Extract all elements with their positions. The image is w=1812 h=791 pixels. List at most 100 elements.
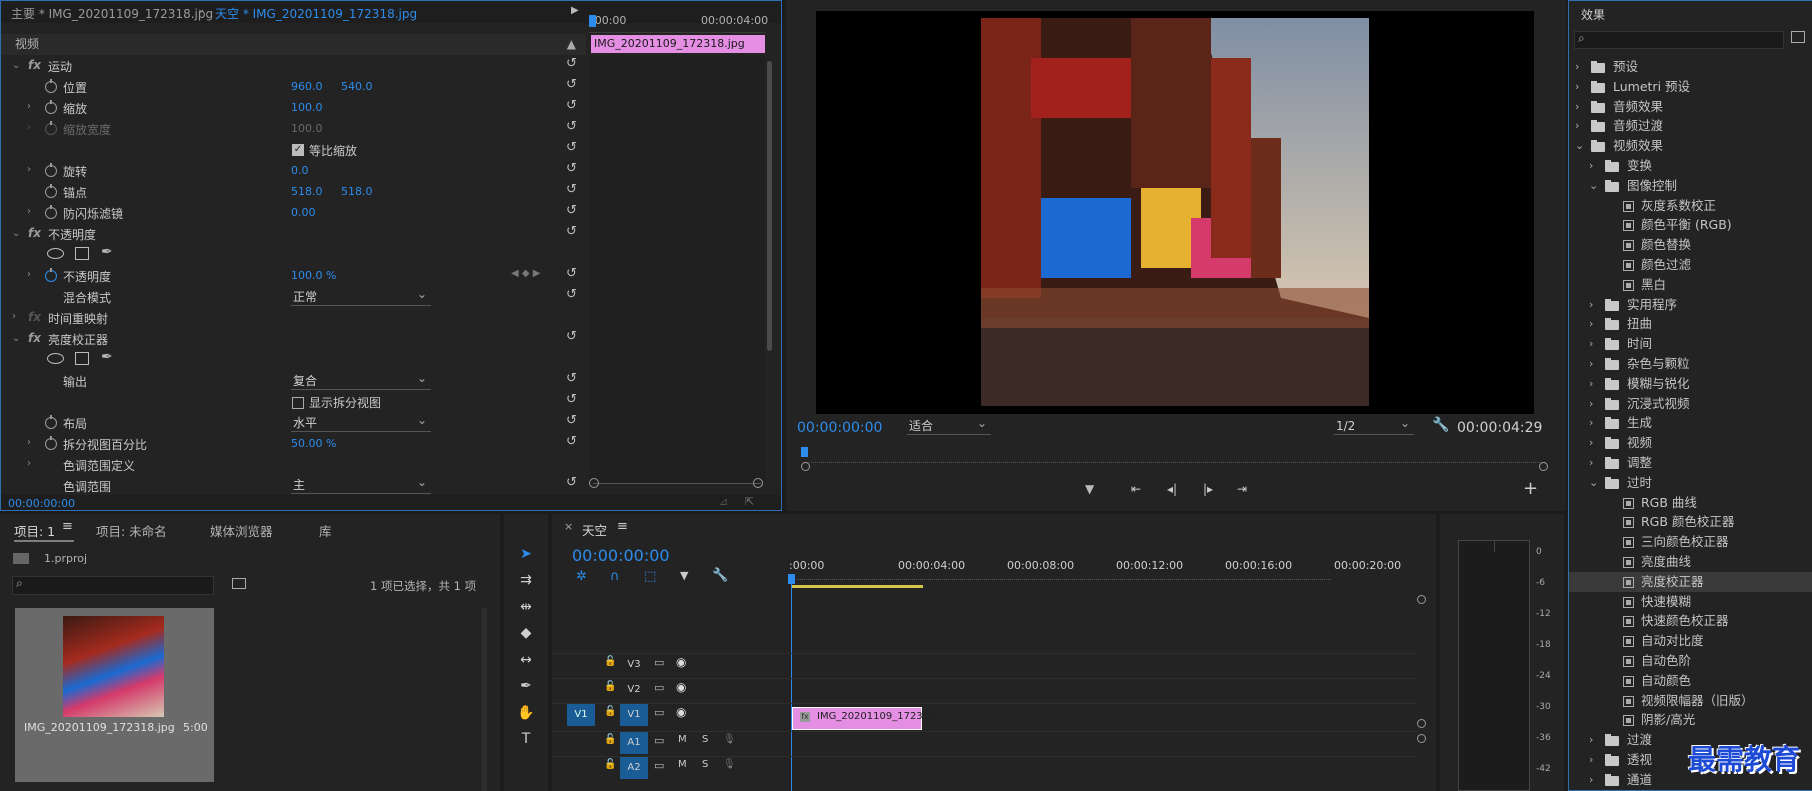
zoom-handle[interactable] [1539, 462, 1548, 471]
zoom-handle[interactable] [801, 462, 810, 471]
reset-icon[interactable]: ↺ [566, 161, 781, 176]
track-label[interactable]: V3 [620, 654, 648, 676]
lock-icon[interactable]: 🔓 [604, 759, 616, 770]
effect-item[interactable]: 自动颜色 [1569, 671, 1812, 691]
effect-item[interactable]: 黑白 [1569, 275, 1812, 295]
chevron-right-icon[interactable]: › [1575, 116, 1579, 136]
effect-item[interactable]: 视频限幅器（旧版） [1569, 691, 1812, 711]
chevron-down-icon[interactable]: ⌄ [1575, 136, 1584, 156]
project-search[interactable]: ⌕ [12, 576, 214, 595]
effect-item[interactable]: 颜色替换 [1569, 235, 1812, 255]
effect-item[interactable]: 颜色平衡 (RGB) [1569, 215, 1812, 235]
lock-icon[interactable]: 🔓 [604, 656, 616, 667]
effect-folder[interactable]: › 视频 [1569, 433, 1812, 453]
reset-icon[interactable]: ↺ [566, 56, 781, 71]
tone-range-dropdown[interactable]: 主 [291, 475, 431, 494]
scroll-handle[interactable] [1417, 734, 1426, 743]
program-timecode[interactable]: 00:00:00:00 [797, 420, 882, 436]
blend-mode-dropdown[interactable]: 正常 [291, 287, 431, 306]
toggle-output-icon[interactable]: ▭ [654, 706, 664, 719]
reset-icon[interactable]: ↺ [566, 371, 781, 386]
ellipse-mask-icon[interactable] [47, 248, 64, 259]
chevron-right-icon[interactable]: › [1589, 374, 1593, 394]
twirl-icon[interactable]: › [27, 437, 31, 448]
effect-folder[interactable]: › 调整 [1569, 453, 1812, 473]
pen-icon[interactable]: ✒ [516, 676, 536, 696]
timeline-ruler[interactable]: :00:00 00:00:04:00 00:00:08:00 00:00:12:00 0… [789, 558, 1401, 580]
mic-icon[interactable]: 🎙 [723, 759, 736, 770]
play-icon[interactable]: ▶ [571, 5, 579, 16]
pen-mask-icon[interactable]: ✒ [101, 349, 113, 365]
effect-folder[interactable]: › 杂色与颗粒 [1569, 354, 1812, 374]
hand-icon[interactable]: ✋ [516, 703, 536, 723]
reset-icon[interactable]: ↺ [566, 140, 781, 155]
chevron-right-icon[interactable]: › [1589, 295, 1593, 315]
chevron-right-icon[interactable]: › [1575, 57, 1579, 77]
effect-item[interactable]: RGB 曲线 [1569, 493, 1812, 513]
reset-icon[interactable]: ↺ [566, 182, 781, 197]
twirl-icon[interactable]: › [27, 458, 31, 469]
toggle-sync-icon[interactable]: ▭ [654, 759, 664, 772]
effect-item[interactable]: 三向颜色校正器 [1569, 532, 1812, 552]
marker-icon[interactable]: ▼ [680, 569, 688, 582]
program-frame[interactable] [981, 18, 1369, 406]
solo-icon[interactable]: S [702, 734, 708, 745]
timeline-clip[interactable]: fx IMG_20201109_172318. [792, 707, 939, 730]
project-scrollbar[interactable] [482, 608, 487, 791]
effect-folder[interactable]: › 实用程序 [1569, 295, 1812, 315]
twirl-icon[interactable]: ⌄ [12, 228, 20, 239]
mini-zoom-bar[interactable] [593, 483, 761, 484]
output-dropdown[interactable]: 复合 [291, 371, 431, 390]
chevron-right-icon[interactable]: › [1589, 453, 1593, 473]
position-y[interactable]: 540.0 [341, 80, 373, 93]
chevron-right-icon[interactable]: › [1589, 156, 1593, 176]
chevron-right-icon[interactable]: › [1589, 413, 1593, 433]
ripple-edit-icon[interactable]: ⇹ [516, 597, 536, 617]
lock-icon[interactable]: 🔓 [604, 681, 616, 692]
mini-playhead[interactable] [589, 15, 596, 27]
twirl-icon[interactable]: › [27, 206, 31, 217]
slip-icon[interactable]: ↔ [516, 650, 536, 670]
effect-item[interactable]: 阴影/高光 [1569, 710, 1812, 730]
go-to-out-icon[interactable]: ⇥ [1237, 482, 1247, 496]
lock-icon[interactable]: 🔓 [604, 706, 616, 717]
step-forward-icon[interactable]: |▸ [1203, 482, 1213, 496]
rotation-value[interactable]: 0.0 [291, 164, 309, 177]
reset-icon[interactable]: ↺ [566, 329, 781, 344]
track-label[interactable]: V2 [620, 679, 648, 701]
reset-icon[interactable]: ↺ [566, 392, 781, 407]
keyframe-nav-icon[interactable]: ◀ ◆ ▶ [511, 268, 540, 279]
collapse-icon[interactable]: ▲ [567, 34, 576, 55]
reset-icon[interactable]: ↺ [566, 434, 781, 449]
split-pct-value[interactable]: 50.00 % [291, 437, 336, 450]
anchor-y[interactable]: 518.0 [341, 185, 373, 198]
effect-folder[interactable]: › 音频效果 [1569, 97, 1812, 117]
effect-item[interactable]: 自动色阶 [1569, 651, 1812, 671]
opacity-value[interactable]: 100.0 % [291, 269, 336, 282]
fit-dropdown[interactable]: 适合 [907, 416, 991, 435]
reset-icon[interactable]: ↺ [566, 77, 781, 92]
stopwatch-icon[interactable] [45, 163, 57, 177]
reset-icon[interactable]: ↺ [566, 224, 781, 239]
rect-mask-icon[interactable] [75, 352, 89, 365]
track-label[interactable]: V1 [620, 704, 648, 726]
eye-icon[interactable]: ◉ [676, 705, 686, 719]
chevron-right-icon[interactable]: › [1589, 334, 1593, 354]
toggle-output-icon[interactable]: ▭ [654, 681, 664, 694]
chevron-right-icon[interactable]: › [1589, 314, 1593, 334]
go-to-in-icon[interactable]: ⇤ [1131, 482, 1141, 496]
timeline-tab[interactable]: 天空 [582, 520, 607, 539]
position-x[interactable]: 960.0 [291, 80, 323, 93]
effect-item[interactable]: 灰度系数校正 [1569, 196, 1812, 216]
effect-folder[interactable]: › 音频过渡 [1569, 116, 1812, 136]
chevron-right-icon[interactable]: › [1589, 730, 1593, 750]
selection-tool-icon[interactable]: ➤ [516, 544, 536, 564]
stopwatch-icon[interactable] [45, 415, 57, 429]
twirl-icon[interactable]: › [27, 101, 31, 112]
wrench-icon[interactable]: 🔧 [712, 568, 728, 583]
effect-item[interactable]: 颜色过滤 [1569, 255, 1812, 275]
mini-clip[interactable]: IMG_20201109_172318.jpg [591, 35, 765, 53]
zoom-handle[interactable] [753, 478, 763, 488]
timeline-timecode[interactable]: 00:00:00:00 [572, 546, 670, 565]
type-icon[interactable]: T [516, 729, 536, 749]
